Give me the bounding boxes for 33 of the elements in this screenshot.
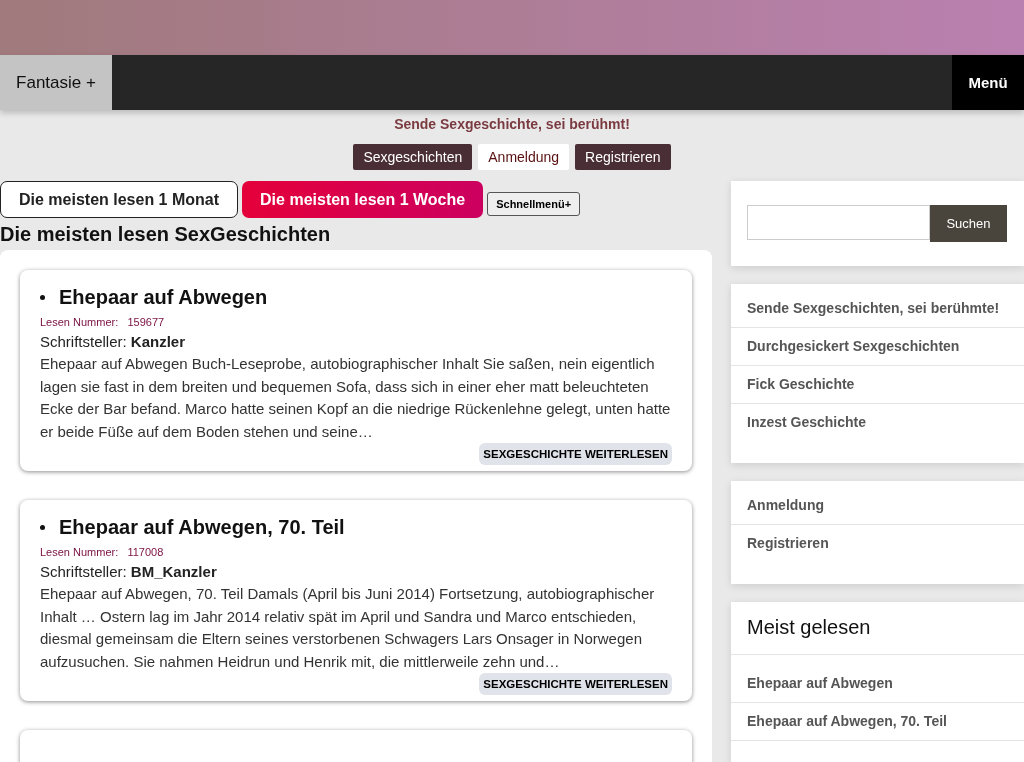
read-count: Lesen Nummer: 117008 [40,546,165,558]
tagline: Sende Sexgeschichte, sei berühmt! [393,116,631,132]
story-excerpt: Ehepaar auf Abwegen Buch-Leseprobe, autobiographischer Inhalt Sie saßen, nein eigentlich lagen sie fast in dem breiten und bequemen Sofa, dass sich in einer eher matt beleuchteten Ecke der Bar befand. Marco hatte seinen Kopf an die niedrige Rückenlehne gelegt, unten hatte er beide Füße auf dem Boden stehen und seine… [40,354,672,442]
bullet-icon [40,525,45,530]
read-more-button[interactable]: SEXGESCHICHTE WEITERLESEN [479,673,672,695]
period-tab[interactable]: Die meisten lesen 1 Monat [0,181,239,218]
sidebar-link[interactable]: Fick Geschichte [731,366,1024,404]
sidebar-link[interactable]: Anmeldung [731,487,1024,525]
menu-button[interactable]: Menü [952,55,1024,110]
search-field[interactable] [747,205,930,240]
period-tab[interactable]: Die meisten lesen 1 Woche [242,181,484,218]
read-count: Lesen Nummer: 159677 [40,316,166,328]
story-title[interactable]: Ehepaar auf Abwegen, 70. Teil [59,516,345,539]
author-line: Schriftsteller: BM_Kanzler [40,563,218,580]
widget-title: Meist gelesen [731,602,1024,655]
top-link[interactable]: Registrieren [575,144,671,170]
story-title[interactable]: Ehepaar auf Abwegen [59,286,268,309]
sidebar-link[interactable]: Sende Sexgeschichten, sei berühmte! [731,290,1024,328]
brand-link[interactable]: Fantasie + [0,55,112,110]
section-heading: Die meisten lesen SexGeschichten [0,223,332,246]
bullet-icon [40,295,45,300]
author-line: Schriftsteller: Kanzler [40,333,187,350]
top-link[interactable]: Anmeldung [478,144,570,170]
sidebar-link[interactable]: Registrieren [731,525,1024,562]
sidebar-link[interactable]: Ehepaar auf Abwegen, 70. Teil [731,703,1024,741]
sidebar-link[interactable]: Inzest Geschichte [731,404,1024,441]
quick-menu-button[interactable]: Schnellmenü+ [487,191,581,216]
top-link[interactable]: Sexgeschichten [353,144,473,170]
sidebar-link[interactable]: Ehepaar auf Abwegen [731,665,1024,703]
story-excerpt: Ehepaar auf Abwegen, 70. Teil Damals (April bis Juni 2014) Fortsetzung, autobiographischer Inhalt … Ostern lag im Jahr 2014 relativ spät im April und Sandra und Marco entschieden, diesmal gemeinsam die Eltern seines verstorbenen Schwagers Lars Onsager in Norwegen aufzusuchen. Sie nahmen Heidrun und Henrik mit, die mittlerweile zehn und… [40,584,656,672]
read-more-button[interactable]: SEXGESCHICHTE WEITERLESEN [479,443,672,465]
sidebar-link[interactable]: Durchgesickert Sexgeschichten [731,328,1024,366]
search-button[interactable]: Suchen [930,205,1007,242]
